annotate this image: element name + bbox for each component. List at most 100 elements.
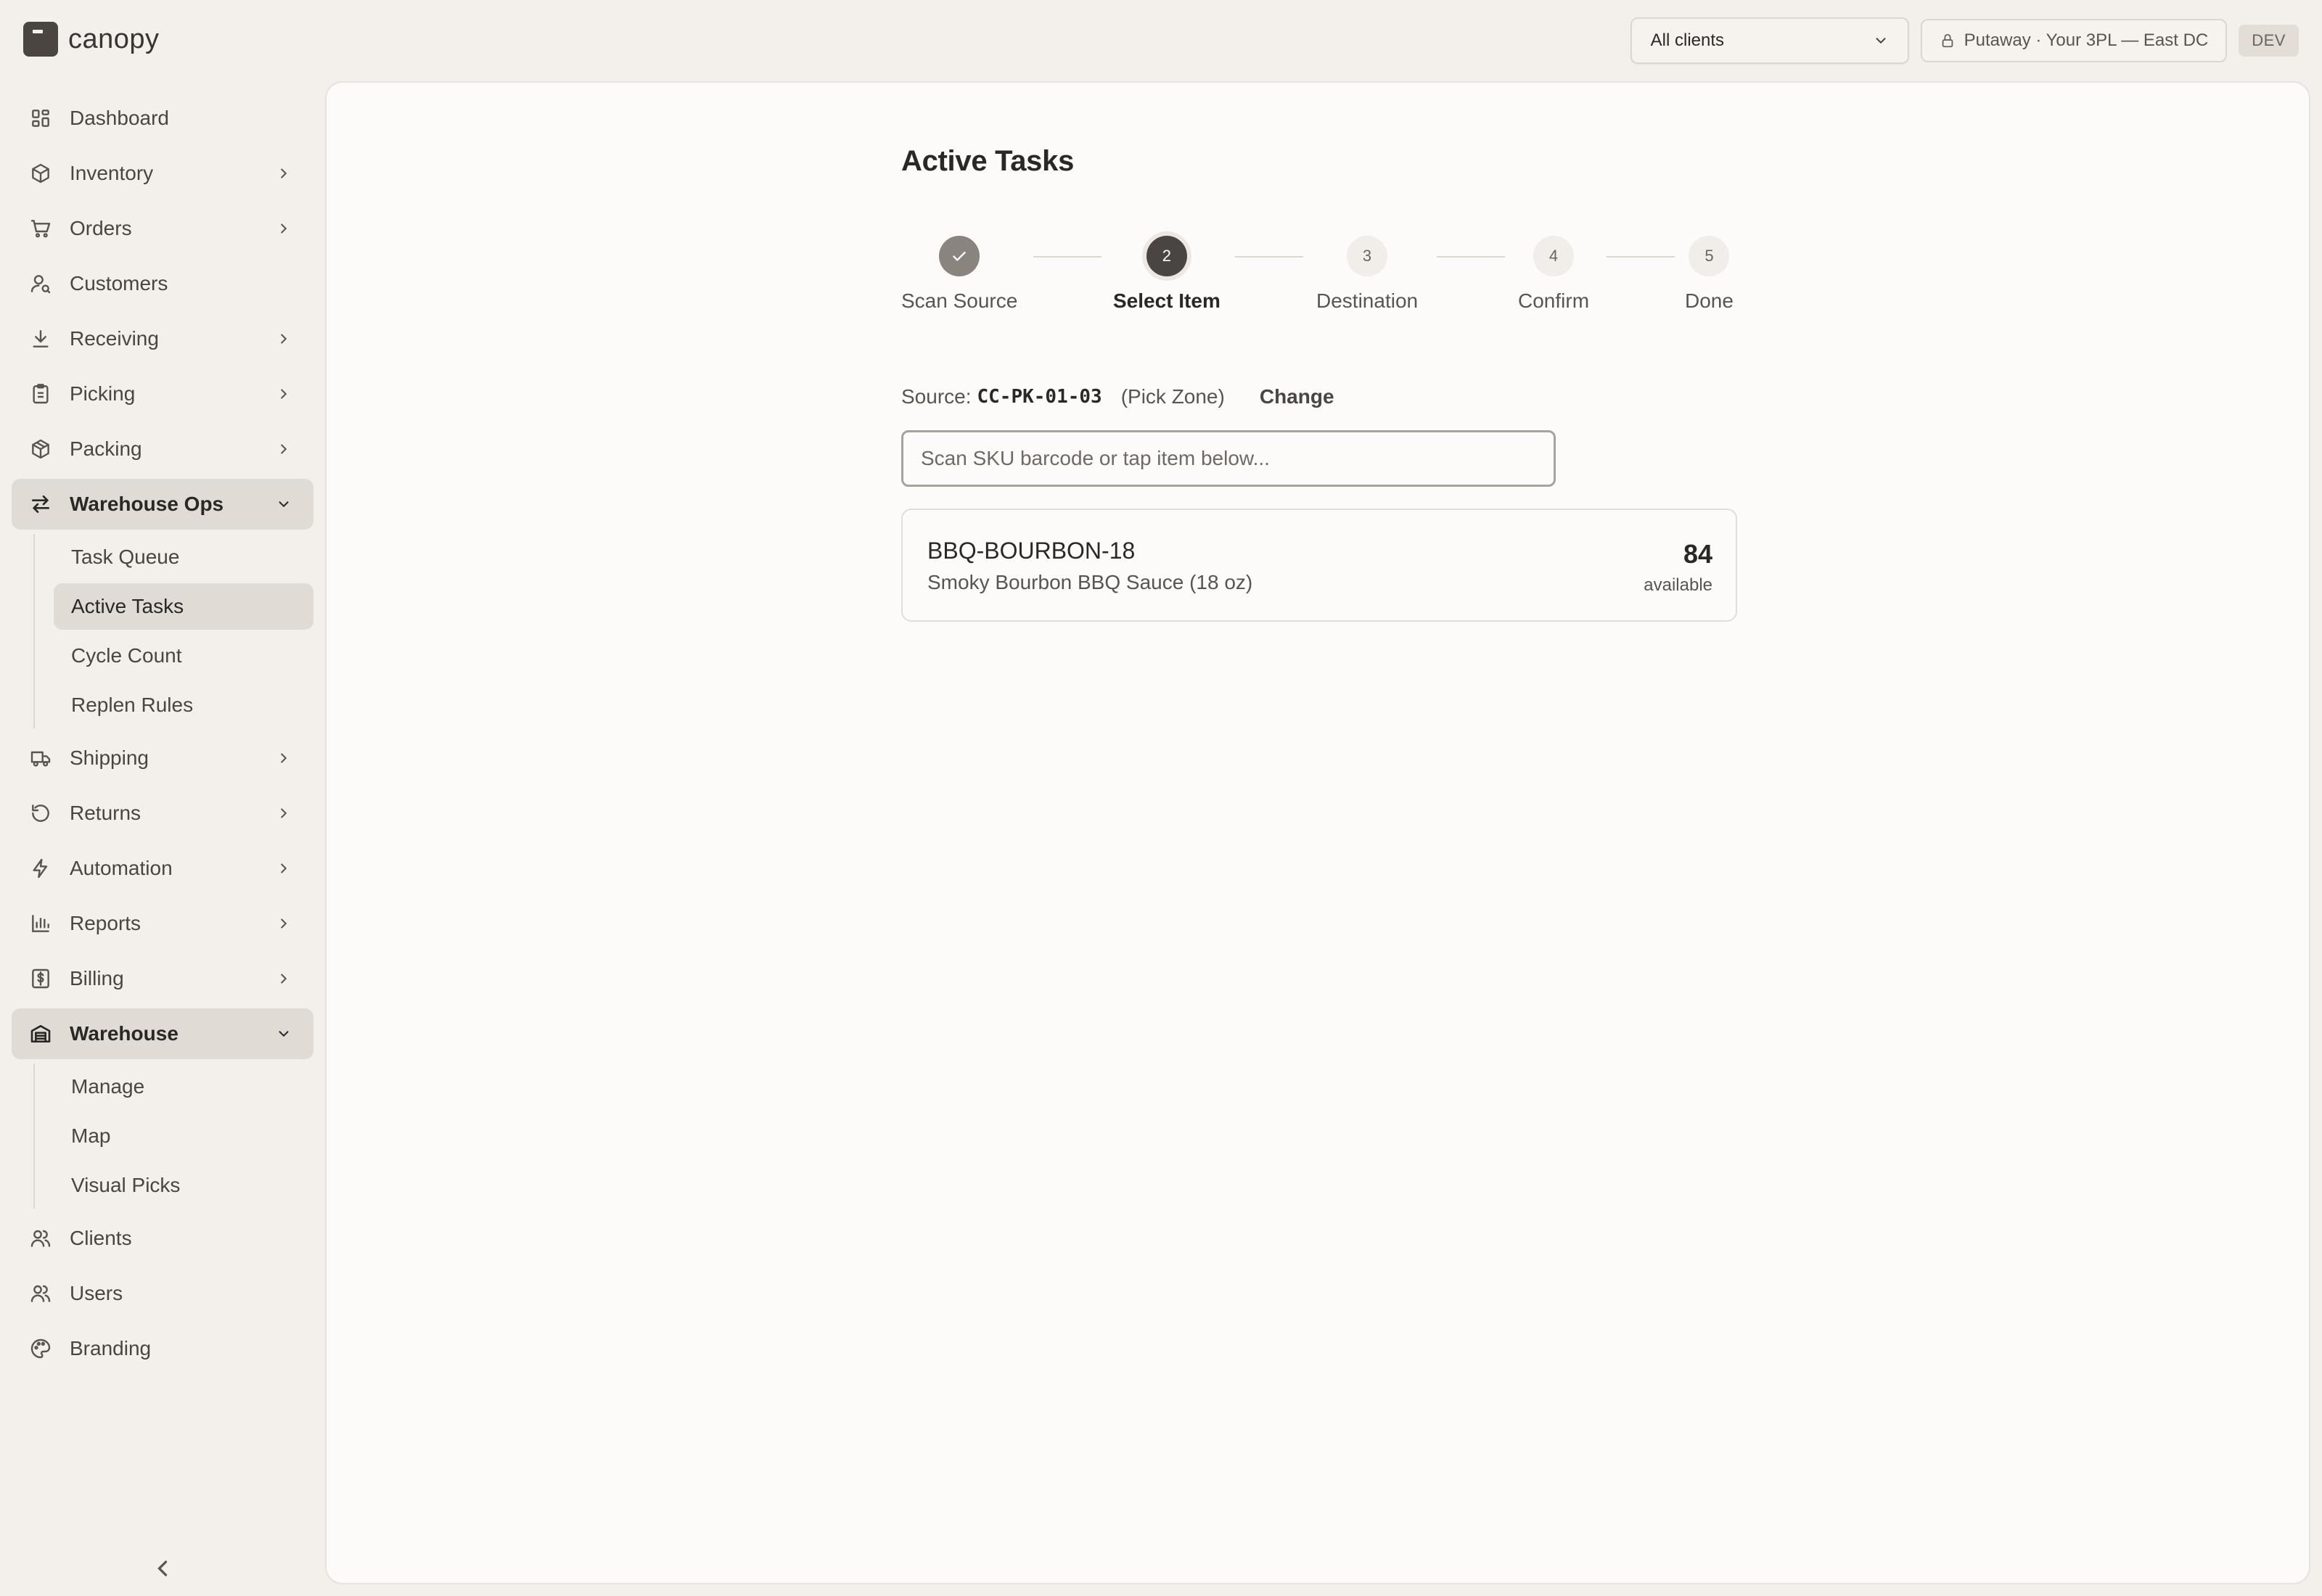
sidebar-item-branding[interactable]: Branding — [12, 1323, 313, 1374]
item-available-label: available — [1644, 575, 1712, 595]
cart-icon — [30, 220, 51, 238]
page-title: Active Tasks — [901, 145, 1075, 177]
chevron-down-icon — [279, 501, 289, 508]
clients-icon — [30, 1230, 51, 1247]
sidebar-item-label: Receiving — [70, 327, 159, 350]
sidebar-item-receiving[interactable]: Receiving — [12, 313, 313, 364]
sidebar-subitem-visual-picks[interactable]: Visual Picks — [54, 1162, 313, 1209]
bar-chart-icon — [32, 915, 49, 932]
stepper: Scan Source 2 Select Item 3 Destination … — [901, 236, 1737, 323]
change-source-button[interactable]: Change — [1260, 385, 1334, 408]
sidebar-subitem-map[interactable]: Map — [54, 1113, 313, 1159]
sidebar-item-packing[interactable]: Packing — [12, 424, 313, 474]
palette-icon — [30, 1338, 51, 1359]
chevron-right-icon — [281, 444, 287, 454]
step-label: Scan Source — [901, 289, 1018, 312]
chevron-right-icon — [281, 974, 287, 984]
sidebar-item-dashboard[interactable]: Dashboard — [12, 93, 313, 144]
sidebar-item-billing[interactable]: Billing — [12, 953, 313, 1004]
source-label: Source: — [901, 385, 972, 408]
sidebar-item-shipping[interactable]: Shipping — [12, 733, 313, 783]
step-connector — [1235, 256, 1303, 258]
sidebar-item-label: Warehouse — [70, 1022, 179, 1045]
step-number: 3 — [1347, 236, 1388, 276]
sidebar-item-returns[interactable]: Returns — [12, 788, 313, 839]
step-label: Confirm — [1518, 289, 1590, 312]
item-description: Smoky Bourbon BBQ Sauce (18 oz) — [927, 571, 1253, 593]
sidebar-item-label: Returns — [70, 802, 141, 824]
sidebar-item-label: Clients — [70, 1227, 132, 1249]
sidebar-item-label: Picking — [70, 382, 136, 405]
chevron-right-icon — [281, 808, 287, 818]
chevron-right-icon — [281, 918, 287, 929]
sidebar-item-users[interactable]: Users — [12, 1268, 313, 1319]
users-icon — [30, 1285, 51, 1302]
env-badge: DEV — [2239, 25, 2299, 57]
sidebar-subitem-task-queue[interactable]: Task Queue — [54, 534, 313, 580]
sidebar-item-label: Automation — [70, 857, 173, 879]
bolt-icon — [33, 858, 48, 879]
download-icon — [33, 330, 49, 347]
sidebar-item-label: Users — [70, 1282, 123, 1304]
box-icon — [32, 163, 49, 184]
dashboard-icon — [32, 110, 49, 127]
sidebar-item-picking[interactable]: Picking — [12, 369, 313, 419]
chevron-down-icon — [279, 1031, 289, 1037]
warehouse-ops-submenu: Task Queue Active Tasks Cycle Count Repl… — [12, 534, 313, 728]
step-done: 5 Done — [1685, 236, 1734, 313]
sidebar-item-label: Orders — [70, 217, 132, 239]
sidebar-item-label: Shipping — [70, 746, 149, 769]
sidebar-item-label: Dashboard — [70, 107, 169, 129]
check-icon — [939, 236, 980, 276]
sidebar-subitem-cycle-count[interactable]: Cycle Count — [54, 633, 313, 679]
swap-arrows-icon — [32, 495, 49, 513]
chevron-right-icon — [281, 334, 287, 344]
source-zone: (Pick Zone) — [1120, 385, 1225, 408]
step-destination: 3 Destination — [1316, 236, 1418, 313]
chevron-right-icon — [281, 863, 287, 873]
sidebar-item-label: Inventory — [70, 162, 154, 184]
sidebar-subitem-manage[interactable]: Manage — [54, 1064, 313, 1110]
step-connector — [1033, 256, 1101, 258]
client-select[interactable]: All clients — [1630, 17, 1909, 64]
chevron-right-icon — [281, 753, 287, 763]
step-confirm: 4 Confirm — [1518, 236, 1589, 313]
step-select-item: 2 Select Item — [1113, 236, 1221, 313]
source-location-code: CC-PK-01-03 — [977, 386, 1102, 408]
chevron-right-icon — [281, 389, 287, 399]
truck-icon — [30, 751, 51, 767]
app-name: canopy — [68, 23, 160, 54]
step-label: Select Item — [1113, 289, 1221, 312]
sidebar-item-warehouse[interactable]: Warehouse — [12, 1008, 313, 1059]
task-context-pill[interactable]: Putaway · Your 3PL — East DC — [1920, 19, 2228, 62]
rotate-icon — [32, 805, 49, 822]
clipboard-icon — [33, 384, 49, 404]
sidebar-item-warehouse-ops[interactable]: Warehouse Ops — [12, 479, 313, 530]
sidebar-item-inventory[interactable]: Inventory — [12, 148, 313, 199]
sidebar-item-orders[interactable]: Orders — [12, 203, 313, 254]
item-sku: BBQ-BOURBON-18 — [927, 538, 1136, 564]
sidebar-item-customers[interactable]: Customers — [12, 258, 313, 309]
dollar-receipt-icon — [32, 968, 49, 989]
collapse-sidebar-icon[interactable] — [149, 1555, 176, 1581]
sidebar-subitem-active-tasks[interactable]: Active Tasks — [54, 583, 313, 630]
task-context-label: Putaway · Your 3PL — East DC — [1964, 30, 2209, 50]
sku-scan-input[interactable] — [901, 430, 1556, 487]
sidebar-item-clients[interactable]: Clients — [12, 1213, 313, 1264]
item-card[interactable]: BBQ-BOURBON-18 Smoky Bourbon BBQ Sauce (… — [901, 509, 1737, 622]
sidebar-item-reports[interactable]: Reports — [12, 898, 313, 949]
step-number: 2 — [1146, 236, 1187, 276]
source-row: Source: CC-PK-01-03 (Pick Zone) Change — [901, 385, 1737, 408]
item-available-qty: 84 — [1683, 539, 1712, 569]
step-label: Destination — [1316, 289, 1419, 312]
topbar-controls: All clients Putaway · Your 3PL — East DC… — [1630, 17, 2299, 64]
sidebar-item-label: Customers — [70, 272, 168, 295]
step-number: 5 — [1689, 236, 1730, 276]
step-label: Done — [1685, 289, 1734, 312]
brand[interactable]: canopy — [23, 22, 160, 57]
step-scan-source: Scan Source — [901, 236, 1017, 313]
sidebar-item-automation[interactable]: Automation — [12, 843, 313, 894]
sidebar-subitem-replen-rules[interactable]: Replen Rules — [54, 682, 313, 728]
step-number: 4 — [1533, 236, 1574, 276]
sidebar-item-label: Reports — [70, 912, 141, 934]
